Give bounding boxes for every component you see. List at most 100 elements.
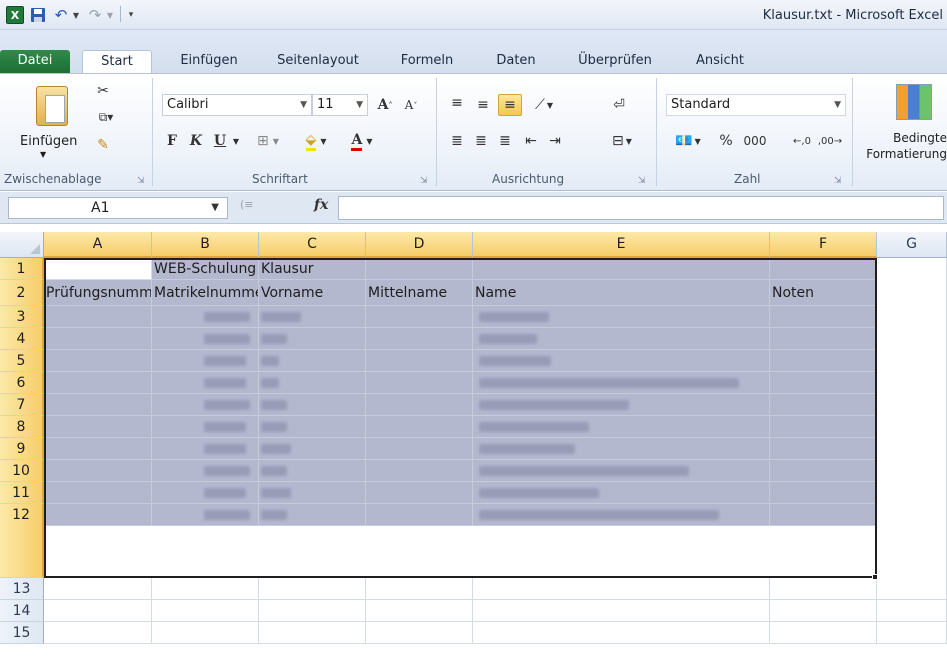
font-size-combo[interactable]: 11 ▼ bbox=[312, 94, 368, 116]
tab-seitenlayout[interactable]: Seitenlayout bbox=[262, 50, 374, 74]
row-header-13[interactable]: 13 bbox=[0, 578, 44, 600]
cell-e10[interactable] bbox=[473, 460, 770, 482]
cell-e3[interactable] bbox=[473, 306, 770, 328]
row-header-11[interactable]: 11 bbox=[0, 482, 44, 504]
cell-e11[interactable] bbox=[473, 482, 770, 504]
fill-color-icon[interactable]: ⬙ ▼ bbox=[296, 130, 336, 152]
tab-formeln[interactable]: Formeln bbox=[382, 50, 472, 74]
row-header-12[interactable]: 12 bbox=[0, 504, 44, 578]
cell-f7[interactable] bbox=[770, 394, 877, 416]
cell-b5[interactable] bbox=[152, 350, 259, 372]
cut-icon[interactable]: ✂ bbox=[94, 82, 112, 100]
cell-c12[interactable] bbox=[259, 504, 366, 526]
cell-a3[interactable] bbox=[44, 306, 152, 328]
cell-c3[interactable] bbox=[259, 306, 366, 328]
cell-e1[interactable] bbox=[473, 258, 770, 280]
cell-b7[interactable] bbox=[152, 394, 259, 416]
cell-a10[interactable] bbox=[44, 460, 152, 482]
tab-ueberpruefen[interactable]: Überprüfen bbox=[560, 50, 670, 74]
align-center-icon[interactable]: ≣ bbox=[470, 130, 492, 152]
cell-d14[interactable] bbox=[366, 600, 473, 622]
tab-start[interactable]: Start bbox=[82, 50, 152, 74]
cell-c9[interactable] bbox=[259, 438, 366, 460]
grow-font-icon[interactable]: A ˄ bbox=[374, 94, 396, 116]
cell-c7[interactable] bbox=[259, 394, 366, 416]
cell-b9[interactable] bbox=[152, 438, 259, 460]
row-header-4[interactable]: 4 bbox=[0, 328, 44, 350]
cell-g14[interactable] bbox=[877, 600, 947, 622]
conditional-formatting-icon[interactable] bbox=[896, 84, 932, 120]
column-header-g[interactable]: G bbox=[877, 232, 947, 258]
underline-button[interactable]: U bbox=[210, 130, 230, 152]
cell-d10[interactable] bbox=[366, 460, 473, 482]
align-left-icon[interactable]: ≣ bbox=[446, 130, 468, 152]
cell-c5[interactable] bbox=[259, 350, 366, 372]
cell-e2[interactable]: Name bbox=[473, 280, 770, 306]
align-right-icon[interactable]: ≣ bbox=[494, 130, 516, 152]
paste-dropdown-icon[interactable]: ▼ bbox=[40, 150, 46, 159]
cell-a1[interactable] bbox=[44, 258, 152, 280]
number-format-combo[interactable]: Standard ▼ bbox=[666, 94, 846, 116]
cell-f12[interactable] bbox=[770, 504, 877, 526]
underline-dropdown-icon[interactable]: ▼ bbox=[230, 130, 242, 152]
column-header-b[interactable]: B bbox=[152, 232, 259, 258]
cell-g15[interactable] bbox=[877, 622, 947, 644]
cell-a2[interactable]: Prüfungsnummer bbox=[44, 280, 152, 306]
cell-c1[interactable]: Klausur bbox=[259, 258, 366, 280]
cell-e15[interactable] bbox=[473, 622, 770, 644]
paste-icon[interactable] bbox=[36, 86, 68, 126]
row-header-2[interactable]: 2 bbox=[0, 280, 44, 306]
row-header-10[interactable]: 10 bbox=[0, 460, 44, 482]
cell-b1[interactable]: WEB-Schulung bbox=[152, 258, 259, 280]
cell-c13[interactable] bbox=[259, 578, 366, 600]
cell-b15[interactable] bbox=[152, 622, 259, 644]
percent-button[interactable]: % bbox=[716, 130, 736, 152]
chevron-down-icon[interactable]: ▼ bbox=[211, 198, 219, 218]
borders-icon[interactable]: ⊞ ▼ bbox=[250, 130, 286, 152]
cell-f3[interactable] bbox=[770, 306, 877, 328]
customize-toolbar-icon[interactable]: ▾ bbox=[126, 6, 136, 24]
cell-c2[interactable]: Vorname bbox=[259, 280, 366, 306]
wrap-text-icon[interactable]: ⏎ bbox=[608, 94, 630, 116]
cell-f9[interactable] bbox=[770, 438, 877, 460]
cell-e6[interactable] bbox=[473, 372, 770, 394]
cell-f11[interactable] bbox=[770, 482, 877, 504]
cell-c10[interactable] bbox=[259, 460, 366, 482]
cell-e8[interactable] bbox=[473, 416, 770, 438]
select-all-corner[interactable] bbox=[0, 232, 44, 258]
cell-g13[interactable] bbox=[877, 578, 947, 600]
cell-a15[interactable] bbox=[44, 622, 152, 644]
copy-icon[interactable]: ⧉▾ bbox=[94, 108, 118, 126]
cell-b12[interactable] bbox=[152, 504, 259, 526]
cell-b3[interactable] bbox=[152, 306, 259, 328]
column-g-area[interactable] bbox=[877, 258, 947, 578]
fill-handle[interactable] bbox=[872, 574, 878, 580]
cell-f15[interactable] bbox=[770, 622, 877, 644]
increase-indent-icon[interactable]: ⇥ bbox=[544, 130, 566, 152]
font-color-icon[interactable]: A ▼ bbox=[342, 130, 382, 152]
align-top-icon[interactable]: ≡ bbox=[446, 92, 468, 114]
cell-b2[interactable]: Matrikelnummer bbox=[152, 280, 259, 306]
bold-button[interactable]: F bbox=[162, 130, 182, 152]
cell-e5[interactable] bbox=[473, 350, 770, 372]
align-middle-icon[interactable]: ≡ bbox=[472, 94, 494, 116]
cell-d1[interactable] bbox=[366, 258, 473, 280]
cell-f10[interactable] bbox=[770, 460, 877, 482]
cell-b10[interactable] bbox=[152, 460, 259, 482]
cell-d11[interactable] bbox=[366, 482, 473, 504]
row-header-6[interactable]: 6 bbox=[0, 372, 44, 394]
cell-b14[interactable] bbox=[152, 600, 259, 622]
cell-a13[interactable] bbox=[44, 578, 152, 600]
cell-d9[interactable] bbox=[366, 438, 473, 460]
cell-b8[interactable] bbox=[152, 416, 259, 438]
cell-f14[interactable] bbox=[770, 600, 877, 622]
cell-e9[interactable] bbox=[473, 438, 770, 460]
column-header-e[interactable]: E bbox=[473, 232, 770, 258]
cell-a5[interactable] bbox=[44, 350, 152, 372]
cell-e12[interactable] bbox=[473, 504, 770, 526]
merge-center-icon[interactable]: ⊟ ▼ bbox=[604, 130, 640, 152]
cell-f2[interactable]: Noten bbox=[770, 280, 877, 306]
shrink-font-icon[interactable]: A ˅ bbox=[400, 94, 422, 116]
alignment-launcher-icon[interactable]: ⇲ bbox=[638, 176, 646, 186]
cell-a4[interactable] bbox=[44, 328, 152, 350]
